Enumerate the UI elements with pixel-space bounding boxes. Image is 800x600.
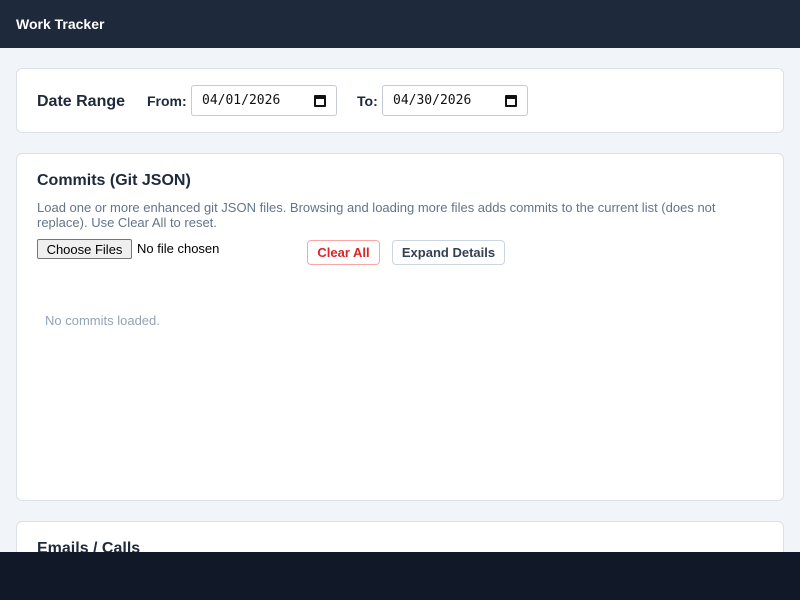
clear-all-button[interactable]: Clear All: [307, 240, 380, 265]
to-label: To:: [357, 93, 378, 109]
from-date-value: 04/01/2026: [202, 93, 281, 108]
commits-description: Load one or more enhanced git JSON files…: [37, 200, 716, 230]
emails-title: Emails / Calls: [37, 540, 141, 552]
footer-bar: [0, 552, 800, 600]
from-label: From:: [147, 93, 187, 109]
to-date-input[interactable]: 04/30/2026: [382, 85, 528, 116]
date-range-title: Date Range: [37, 93, 126, 110]
emails-card: Emails / Calls: [16, 521, 784, 552]
app-header: Work Tracker: [0, 0, 800, 48]
date-range-card: Date Range From: 04/01/2026 To: 04/30/20…: [16, 68, 784, 133]
calendar-icon[interactable]: [505, 95, 517, 107]
app-title: Work Tracker: [16, 16, 105, 32]
to-date-value: 04/30/2026: [393, 93, 472, 108]
main-content: Date Range From: 04/01/2026 To: 04/30/20…: [0, 48, 800, 552]
calendar-icon[interactable]: [314, 95, 326, 107]
choose-files-button[interactable]: Choose Files: [37, 239, 132, 259]
from-date-input[interactable]: 04/01/2026: [191, 85, 337, 116]
expand-details-button[interactable]: Expand Details: [392, 240, 505, 265]
commits-card: Commits (Git JSON) Load one or more enha…: [16, 153, 784, 501]
empty-commits-message: No commits loaded.: [45, 313, 160, 328]
file-status: No file chosen: [137, 241, 220, 256]
commits-title: Commits (Git JSON): [37, 172, 191, 189]
